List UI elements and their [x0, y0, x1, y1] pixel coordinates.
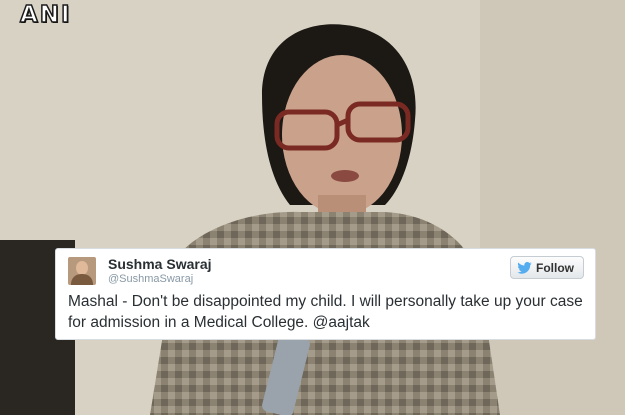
mouth: [331, 170, 359, 182]
twitter-bird-icon: [517, 261, 532, 274]
follow-button[interactable]: Follow: [510, 256, 584, 279]
follow-label: Follow: [536, 260, 574, 275]
avatar-face: [76, 261, 88, 275]
tweet-text: Mashal - Don't be disappointed my child.…: [68, 293, 583, 331]
tweet-card: Sushma Swaraj @SushmaSwaraj Follow Masha…: [55, 248, 596, 340]
news-photo: [0, 0, 625, 415]
background-wall-right: [480, 0, 625, 415]
user-handle[interactable]: @SushmaSwaraj: [108, 273, 193, 285]
video-frame: ANI Sushma Swaraj @SushmaSwaraj Follow M…: [0, 0, 625, 415]
user-avatar[interactable]: [68, 257, 96, 285]
avatar-body: [71, 274, 93, 285]
user-name[interactable]: Sushma Swaraj: [108, 256, 212, 272]
ani-watermark: ANI: [19, 1, 72, 29]
face: [282, 55, 402, 215]
